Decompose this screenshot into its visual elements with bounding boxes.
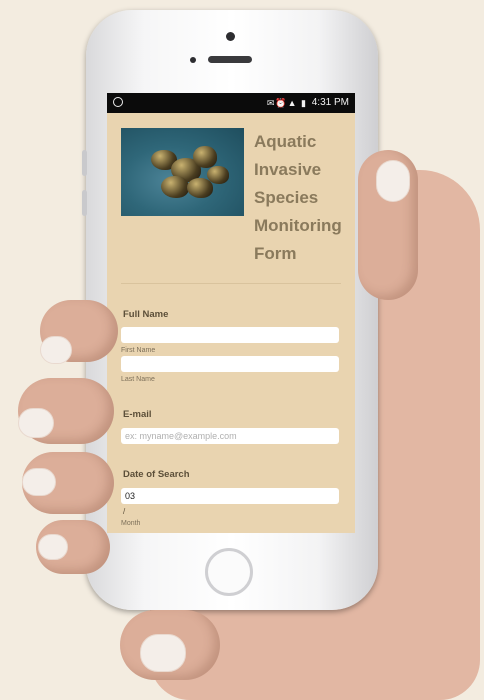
mussels-photo <box>121 128 244 216</box>
last-name-input[interactable] <box>121 356 339 372</box>
first-name-sublabel: First Name <box>121 347 156 354</box>
mussel-shape <box>193 146 217 168</box>
fingernail <box>40 336 72 364</box>
date-separator: / <box>123 507 126 516</box>
fingernail <box>38 534 68 560</box>
volume-up-button <box>82 150 87 176</box>
first-name-input[interactable] <box>121 327 339 343</box>
last-name-sublabel: Last Name <box>121 376 155 383</box>
full-name-label: Full Name <box>123 309 169 320</box>
mussel-shape <box>161 176 189 198</box>
fingernail <box>22 468 56 496</box>
email-input[interactable] <box>121 428 339 444</box>
title-line: Form <box>254 244 297 263</box>
month-sublabel: Month <box>121 520 141 527</box>
fingernail <box>18 408 54 438</box>
proximity-sensor <box>190 57 196 63</box>
title-line: Aquatic <box>254 132 317 151</box>
mussel-shape <box>187 178 213 198</box>
phone-screen: ✉⏰▲ ▮ 4:31 PM Aquatic Invasive Species M… <box>107 93 355 533</box>
mussel-shape <box>207 166 229 184</box>
title-line: Species <box>254 188 319 207</box>
earpiece-speaker <box>208 56 252 63</box>
volume-down-button <box>82 190 87 216</box>
date-of-search-label: Date of Search <box>123 469 190 480</box>
fingernail <box>140 634 186 672</box>
status-bar: ✉⏰▲ ▮ 4:31 PM <box>107 93 355 113</box>
thumbnail <box>376 160 410 202</box>
form-title: Aquatic Invasive Species Monitoring Form <box>254 128 349 268</box>
header-divider <box>121 283 341 284</box>
status-time: 4:31 PM <box>311 97 349 108</box>
month-input[interactable] <box>121 488 339 504</box>
form-page[interactable]: Aquatic Invasive Species Monitoring Form… <box>107 113 355 533</box>
title-line: Monitoring <box>254 216 342 235</box>
notification-icon <box>113 97 123 107</box>
home-button[interactable] <box>205 548 253 596</box>
title-line: Invasive <box>254 160 322 179</box>
front-camera <box>226 32 235 41</box>
status-icons: ✉⏰▲ ▮ <box>266 98 307 108</box>
email-label: E-mail <box>123 409 152 420</box>
